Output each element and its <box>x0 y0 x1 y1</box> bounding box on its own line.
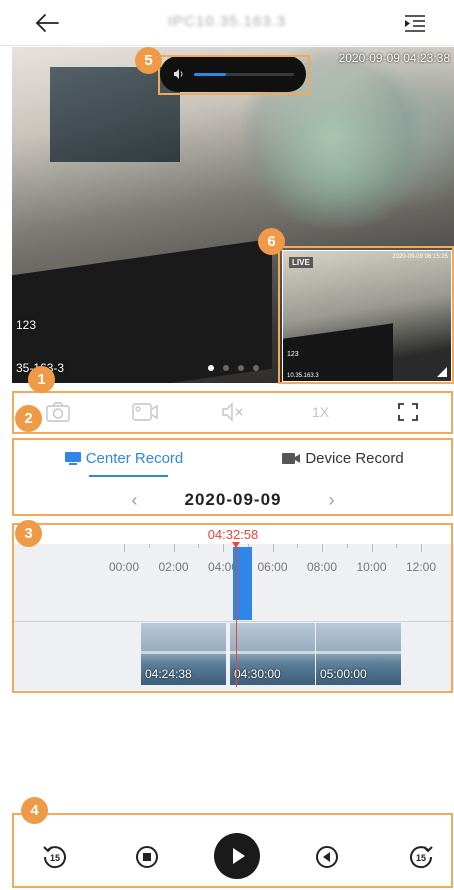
page-title: IPC10.35.163.3 <box>167 13 287 30</box>
annotation-box-1 <box>12 391 453 434</box>
annotation-marker-4: 4 <box>21 797 48 824</box>
page-dot[interactable] <box>208 365 214 371</box>
annotation-marker-6: 6 <box>258 228 285 255</box>
annotation-marker-1: 1 <box>28 366 55 393</box>
annotation-box-2 <box>12 438 453 516</box>
top-bar: IPC10.35.163.3 <box>0 0 454 46</box>
page-indicator <box>208 365 259 371</box>
annotation-marker-5: 5 <box>135 47 162 74</box>
annotation-marker-3: 3 <box>15 520 42 547</box>
annotation-box-5 <box>158 55 310 95</box>
channel-label: 123 <box>16 318 37 332</box>
annotation-box-4 <box>12 813 453 888</box>
annotation-box-6 <box>278 246 454 384</box>
page-dot[interactable] <box>223 365 229 371</box>
page-dot[interactable] <box>253 365 259 371</box>
annotation-box-3 <box>12 523 453 693</box>
list-menu-icon[interactable] <box>400 10 430 36</box>
annotation-marker-2: 2 <box>15 405 42 432</box>
video-timestamp: 2020-09-09 04:23:38 <box>338 51 450 65</box>
page-dot[interactable] <box>238 365 244 371</box>
